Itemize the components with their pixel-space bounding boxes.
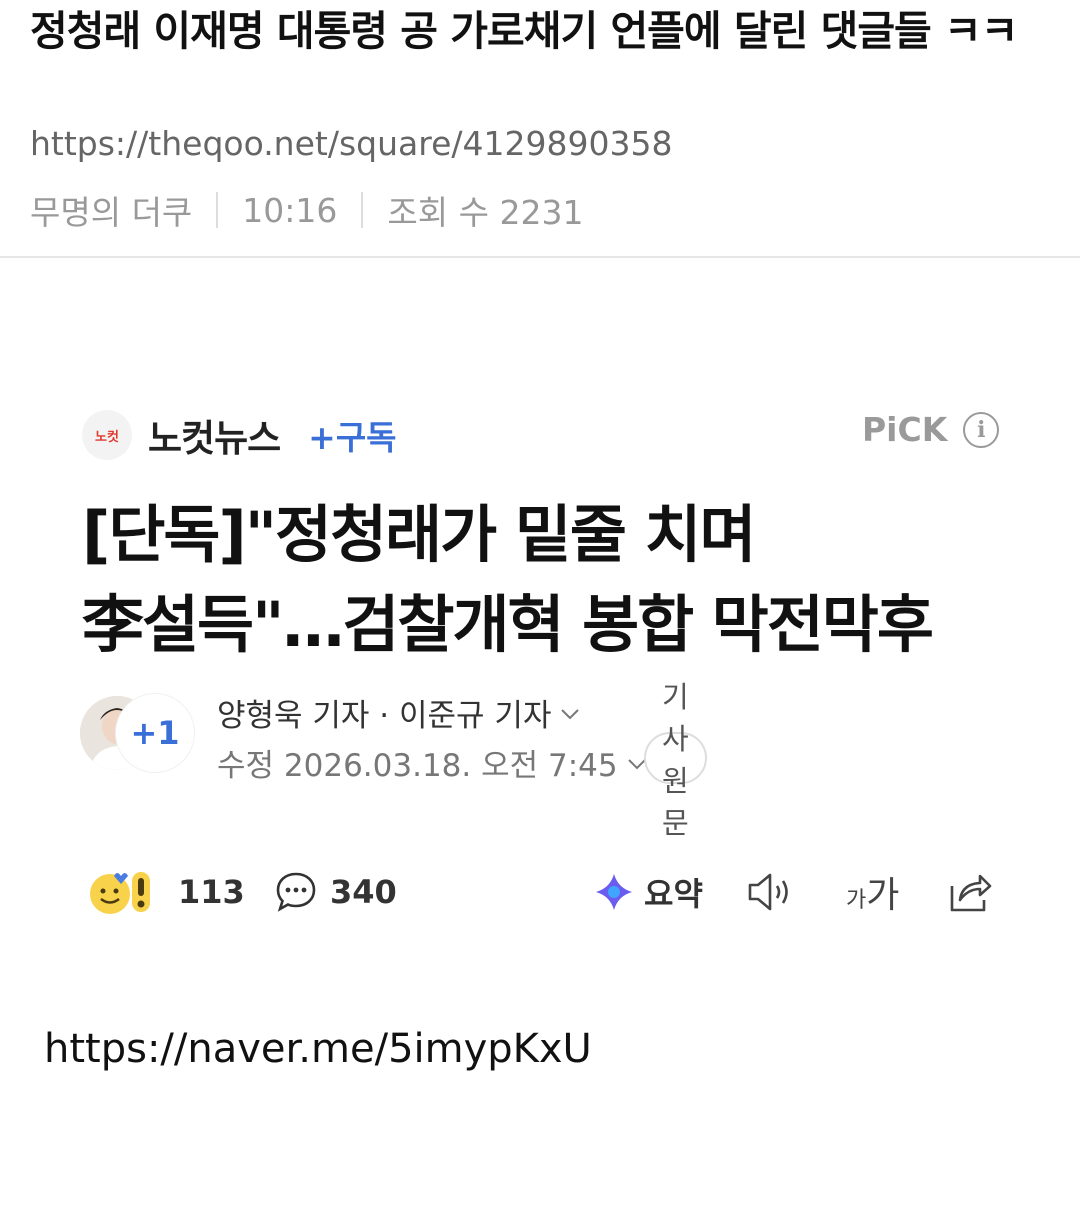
- modified-date[interactable]: 수정 2026.03.18. 오전 7:45: [217, 740, 648, 785]
- chevron-down-icon: [561, 708, 580, 719]
- post-views: 조회 수 2231: [387, 193, 584, 232]
- modified-date-text: 수정 2026.03.18. 오전 7:45: [217, 748, 618, 784]
- post-time: 10:16: [242, 190, 338, 230]
- font-size-button[interactable]: 가가: [846, 862, 899, 922]
- post-title: 정청래 이재명 대통령 공 가로채기 언플에 달린 댓글들 ㅋㅋ: [30, 7, 1018, 55]
- share-button[interactable]: [946, 862, 994, 922]
- reactions-count: 113: [178, 873, 245, 911]
- font-size-icon: 가가: [846, 875, 900, 916]
- comment-bubble-icon: [276, 872, 316, 912]
- info-icon[interactable]: i: [963, 411, 1000, 448]
- comments-count: 340: [330, 873, 397, 911]
- reporter-names[interactable]: 양형욱 기자 · 이준규 기자: [217, 690, 581, 735]
- more-reporters-badge[interactable]: +1: [116, 694, 194, 772]
- post-meta: 무명의 더쿠 10:16 조회 수 2231: [30, 186, 583, 234]
- post-author[interactable]: 무명의 더쿠: [30, 186, 192, 234]
- reaction-emoji-icon: [90, 872, 150, 914]
- summary-button[interactable]: 요약: [592, 862, 703, 922]
- speaker-icon: [748, 873, 788, 911]
- summary-label: 요약: [644, 875, 703, 913]
- press-name[interactable]: 노컷뉴스: [148, 408, 281, 462]
- text-to-speech-button[interactable]: [746, 862, 796, 922]
- article-headline: [단독]"정청래가 밑줄 치며 李설득"…검찰개혁 봉합 막전막후: [82, 498, 934, 661]
- meta-divider: [361, 192, 364, 228]
- short-link[interactable]: https://naver.me/5imypKxU: [44, 1026, 592, 1072]
- pick-label: PiCK: [862, 410, 948, 449]
- comments-button[interactable]: 340: [274, 862, 397, 922]
- ai-summary-icon: [596, 874, 632, 910]
- article-toolbar: 113 340 요약 가가: [86, 862, 1006, 922]
- original-article-button[interactable]: 기사원문: [644, 680, 707, 840]
- post-header: 정청래 이재명 대통령 공 가로채기 언플에 달린 댓글들 ㅋㅋ https:/…: [0, 0, 1080, 258]
- meta-divider: [216, 192, 219, 228]
- pick-badge: PiCK i: [862, 410, 1000, 449]
- post-url-link[interactable]: https://theqoo.net/square/4129890358: [30, 124, 672, 163]
- reactions-button[interactable]: 113: [86, 862, 245, 922]
- subscribe-button[interactable]: +구독: [308, 411, 396, 459]
- share-icon: [950, 874, 992, 912]
- press-logo[interactable]: 노컷: [82, 410, 132, 460]
- press-row: 노컷 노컷뉴스 +구독: [82, 408, 397, 462]
- reporter-names-text: 양형욱 기자 · 이준규 기자: [217, 698, 552, 734]
